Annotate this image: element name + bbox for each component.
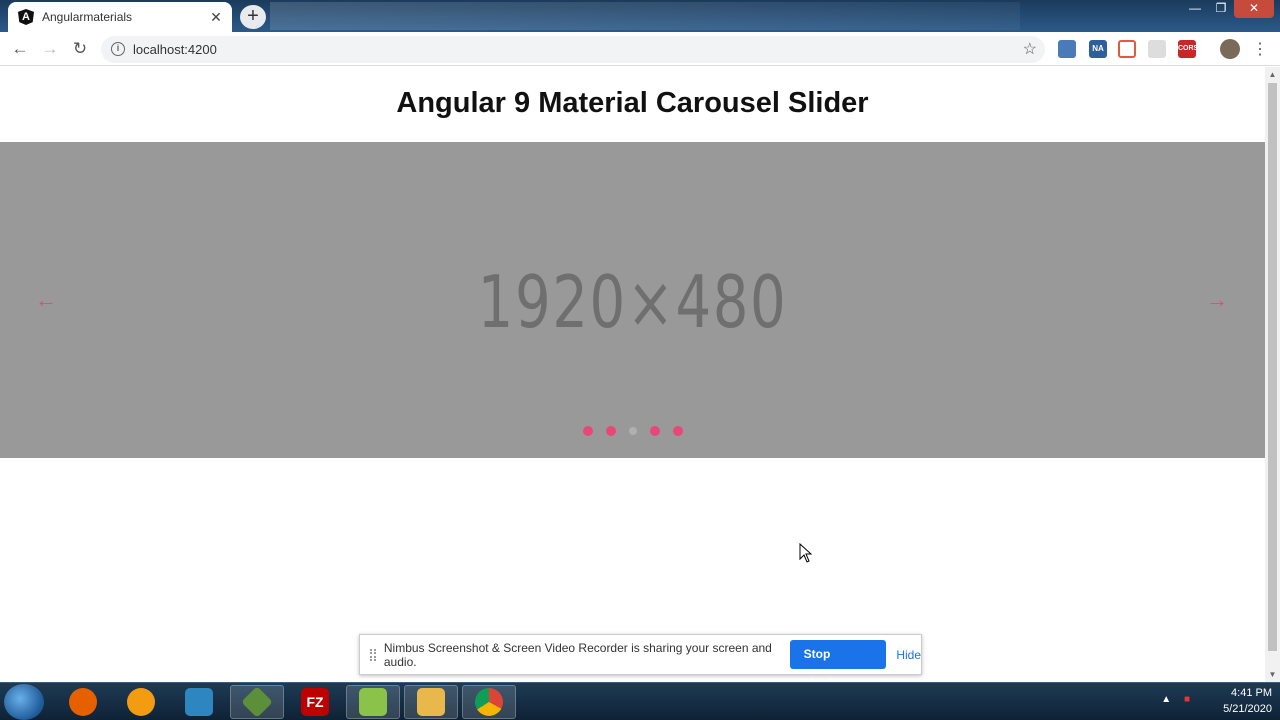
back-arrow-icon[interactable]: ← [9, 38, 31, 60]
taskbar-chrome[interactable] [462, 685, 516, 719]
page-viewport: Angular 9 Material Carousel Slider 1920×… [0, 67, 1265, 682]
stop-sharing-button[interactable]: Stop sharing [789, 640, 887, 690]
screen-sharing-notification: Nimbus Screenshot & Screen Video Recorde… [359, 634, 922, 690]
scrollbar-thumb[interactable] [1268, 83, 1277, 651]
system-tray[interactable]: ▲ ■ [1161, 694, 1190, 705]
taskbar-file-explorer[interactable] [404, 685, 458, 719]
network-icon[interactable]: ■ [1184, 694, 1190, 705]
browser-menu-icon[interactable]: ⋮ [1252, 39, 1268, 59]
shield-icon[interactable] [1148, 40, 1166, 58]
file-explorer-icon [417, 688, 445, 716]
drag-handle-icon[interactable] [370, 648, 376, 661]
cors-icon[interactable]: CORS [1178, 40, 1198, 58]
browser-tab-strip: A Angularmaterials ✕ + — ❐ ✕ [0, 0, 1280, 32]
carousel-dot-5[interactable] [672, 426, 683, 436]
firefox-icon [69, 688, 97, 716]
start-button-icon[interactable] [4, 684, 44, 720]
taskbar-app-blue-hex[interactable] [172, 685, 226, 719]
notepad-plus-icon [359, 688, 387, 716]
new-tab-button[interactable]: + [240, 5, 266, 29]
show-hidden-icons-icon[interactable]: ▲ [1161, 694, 1171, 705]
na-extension-icon[interactable]: NA [1089, 40, 1107, 58]
app-orange-icon [127, 688, 155, 716]
tab-close-icon[interactable]: ✕ [206, 9, 226, 26]
tab-title: Angularmaterials [42, 10, 133, 24]
page-scrollbar[interactable]: ▲ ▼ [1265, 67, 1280, 682]
taskbar-app-diamond[interactable] [230, 685, 284, 719]
carousel-dot-1[interactable] [582, 426, 593, 436]
carousel-prev-arrow-icon[interactable]: ← [34, 288, 58, 312]
browser-toolbar: ← → ↻ i localhost:4200 ☆ NA CORS ⋮ [0, 32, 1280, 66]
minimize-button[interactable]: — [1182, 0, 1208, 18]
taskbar-firefox[interactable] [56, 685, 110, 719]
hide-link[interactable]: Hide [896, 648, 921, 662]
carousel[interactable]: 1920×480 ← → [0, 142, 1265, 458]
carousel-next-arrow-icon[interactable]: → [1205, 288, 1229, 312]
background-window-ghost [270, 2, 1020, 30]
carousel-dot-3-active[interactable] [628, 427, 637, 435]
taskbar-notepad-plus[interactable] [346, 685, 400, 719]
carousel-dot-2[interactable] [605, 426, 616, 436]
clock[interactable]: 4:41 PM 5/21/2020 [1223, 687, 1272, 715]
clock-time: 4:41 PM [1231, 687, 1272, 699]
browser-tab-active[interactable]: A Angularmaterials ✕ [8, 2, 232, 32]
carousel-indicators [0, 426, 1265, 436]
url-text[interactable]: localhost:4200 [133, 42, 217, 57]
app-diamond-icon [241, 686, 273, 718]
forward-arrow-icon[interactable]: → [39, 38, 61, 60]
taskbar-filezilla[interactable]: FZ [288, 685, 342, 719]
record-icon[interactable] [1118, 40, 1136, 58]
scroll-down-icon[interactable]: ▼ [1265, 670, 1280, 679]
site-info-icon[interactable]: i [111, 42, 125, 56]
slide-placeholder-text: 1920×480 [477, 260, 788, 344]
clock-date: 5/21/2020 [1223, 703, 1272, 715]
app-blue-hex-icon [185, 688, 213, 716]
sharing-message: Nimbus Screenshot & Screen Video Recorde… [383, 640, 772, 669]
filezilla-icon: FZ [301, 688, 329, 716]
taskbar-app-orange[interactable] [114, 685, 168, 719]
angular-favicon-icon: A [18, 9, 34, 25]
bookmark-star-icon[interactable]: ☆ [1023, 39, 1037, 59]
maximize-button[interactable]: ❐ [1208, 0, 1234, 18]
carousel-dot-4[interactable] [649, 426, 660, 436]
nimbus-icon[interactable] [1058, 40, 1076, 58]
address-bar[interactable]: i localhost:4200 ☆ [101, 36, 1045, 63]
mouse-cursor-icon [799, 543, 812, 563]
window-controls: — ❐ ✕ [1182, 0, 1274, 18]
profile-avatar[interactable] [1220, 39, 1240, 59]
reload-icon[interactable]: ↻ [69, 38, 91, 60]
chrome-icon [475, 688, 503, 716]
windows-taskbar: FZ ▲ ■ 4:41 PM 5/21/2020 [0, 682, 1280, 720]
page-title: Angular 9 Material Carousel Slider [396, 87, 869, 119]
close-window-button[interactable]: ✕ [1234, 0, 1274, 18]
scroll-up-icon[interactable]: ▲ [1265, 70, 1280, 79]
